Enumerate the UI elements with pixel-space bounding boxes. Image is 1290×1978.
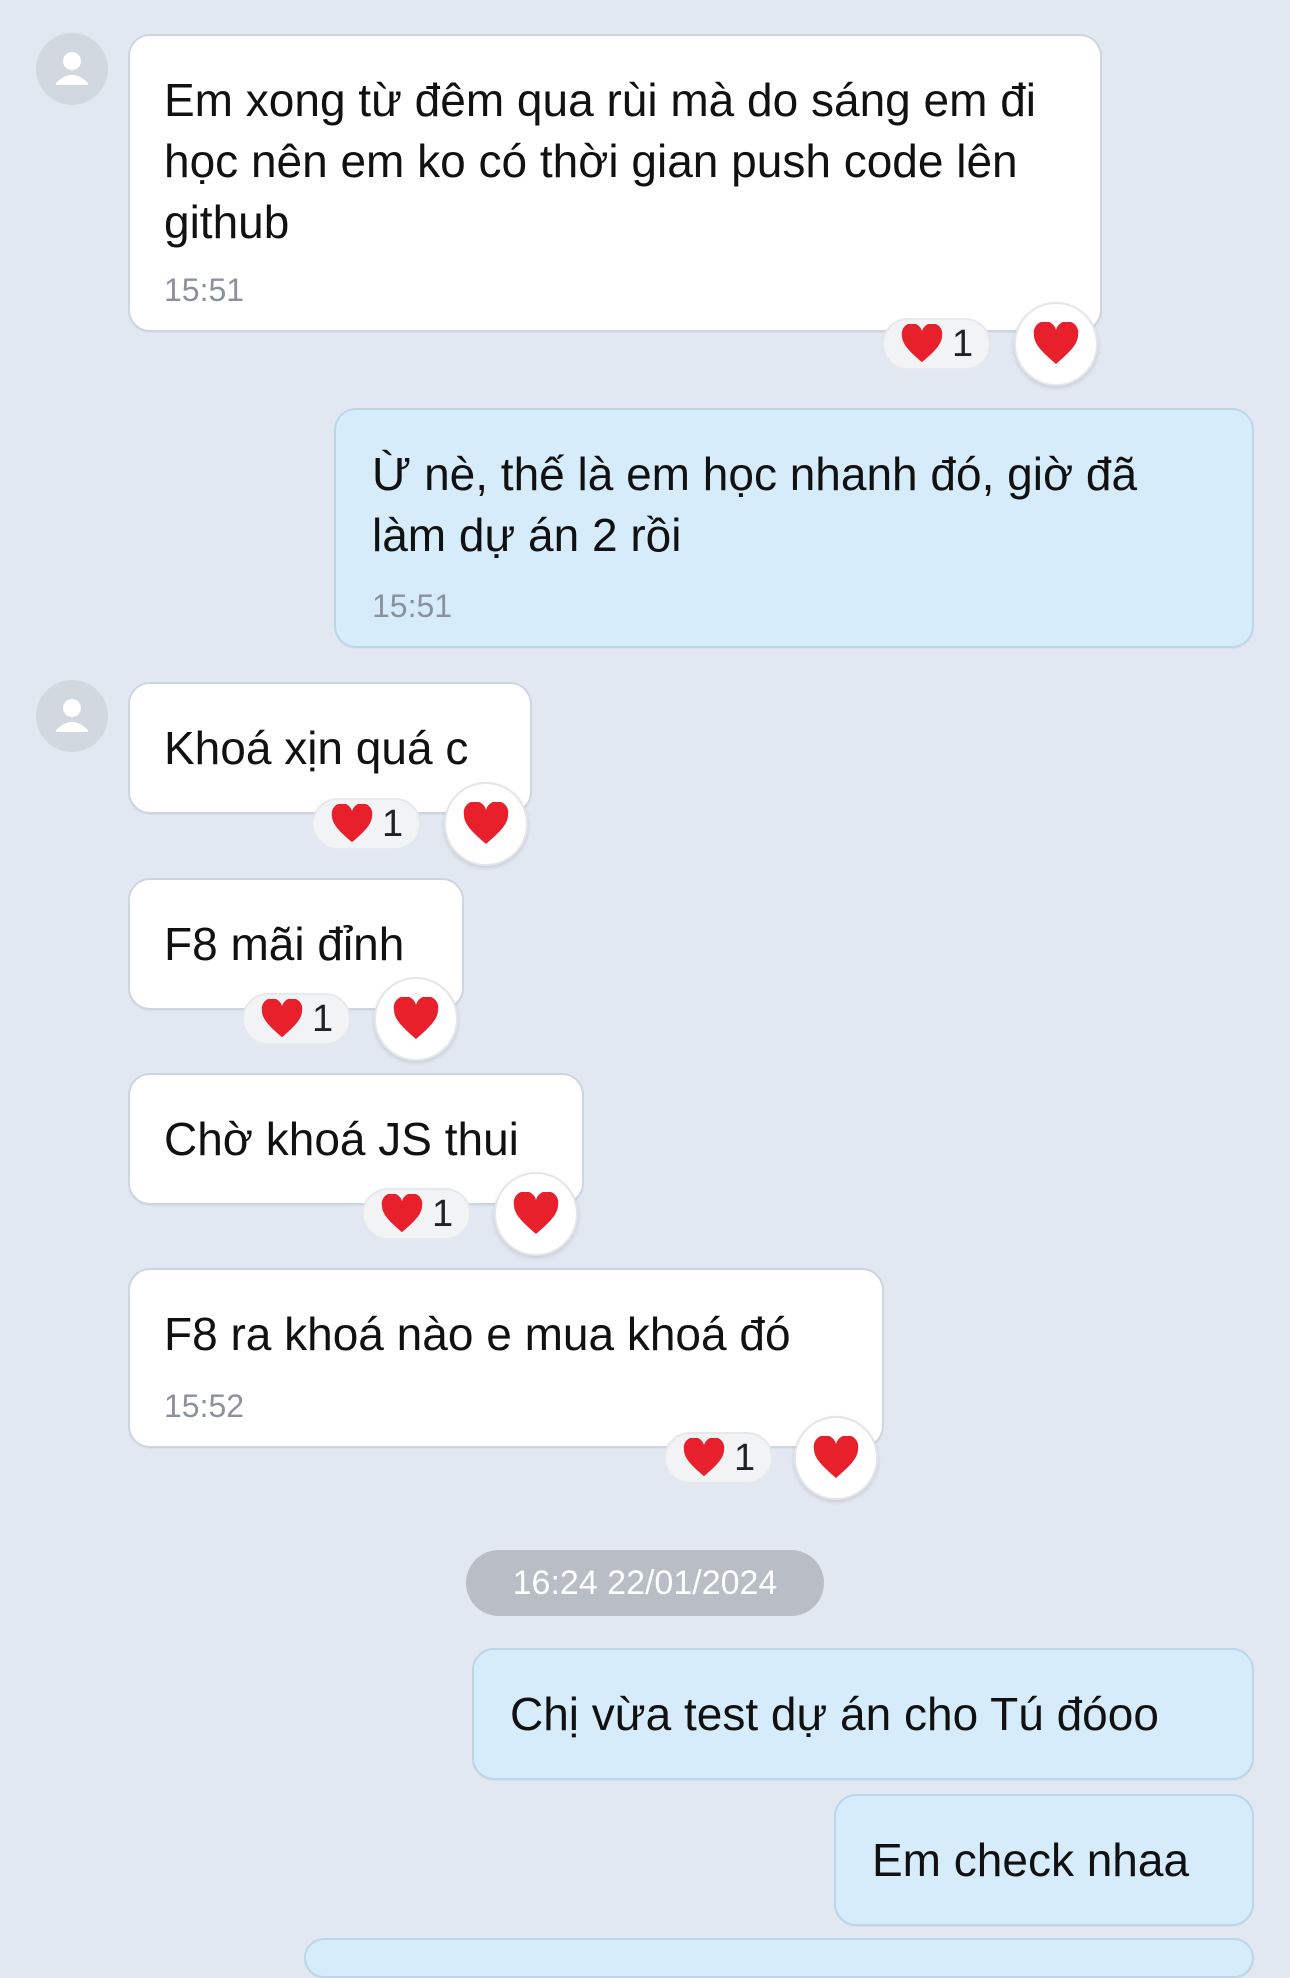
reaction-count[interactable]: 1 [882, 318, 992, 370]
reaction-count[interactable]: 1 [362, 1188, 472, 1240]
sender-avatar[interactable] [36, 33, 108, 105]
message-time: 15:52 [164, 1388, 245, 1424]
heart-icon [331, 804, 373, 843]
message-bubble-outgoing[interactable]: Em check nhaa [834, 1794, 1254, 1926]
react-button[interactable] [374, 977, 458, 1061]
message-text: F8 mãi đỉnh [164, 918, 405, 970]
react-button[interactable] [444, 782, 528, 866]
heart-icon [901, 324, 943, 363]
heart-icon [1033, 322, 1079, 364]
message-bubble-outgoing[interactable] [304, 1938, 1254, 1978]
react-button[interactable] [494, 1172, 578, 1256]
message-text: Chị vừa test dự án cho Tú đóoo [510, 1688, 1159, 1740]
heart-icon [813, 1436, 859, 1478]
sender-avatar[interactable] [36, 680, 108, 752]
reaction-count-value: 1 [312, 997, 334, 1040]
heart-icon [381, 1194, 423, 1233]
react-button[interactable] [794, 1416, 878, 1500]
reaction-count[interactable]: 1 [242, 993, 352, 1045]
message-bubble-outgoing[interactable]: Chị vừa test dự án cho Tú đóoo [472, 1648, 1254, 1780]
message-text: F8 ra khoá nào e mua khoá đó [164, 1308, 791, 1360]
heart-icon [261, 999, 303, 1038]
message-text: Em check nhaa [872, 1834, 1190, 1886]
message-bubble[interactable]: Em xong từ đêm qua rùi mà do sáng em đi … [128, 34, 1102, 332]
heart-icon [463, 802, 509, 844]
heart-icon [513, 1192, 559, 1234]
reaction-count-value: 1 [734, 1436, 756, 1479]
reaction-count-value: 1 [432, 1192, 454, 1235]
react-button[interactable] [1014, 302, 1098, 386]
message-time: 15:51 [372, 588, 453, 624]
person-icon [56, 699, 88, 732]
heart-icon [683, 1438, 725, 1477]
message-text: Ừ nè, thế là em học nhanh đó, giờ đã làm… [372, 448, 1138, 561]
message-bubble[interactable]: F8 ra khoá nào e mua khoá đó 15:52 [128, 1268, 884, 1448]
reaction-count-value: 1 [952, 322, 974, 365]
reaction-count-value: 1 [382, 802, 404, 845]
message-text: Chờ khoá JS thui [164, 1113, 519, 1165]
message-time: 15:51 [164, 272, 245, 308]
message-text: Em xong từ đêm qua rùi mà do sáng em đi … [164, 74, 1037, 248]
reaction-count[interactable]: 1 [312, 798, 422, 850]
message-bubble-outgoing[interactable]: Ừ nè, thế là em học nhanh đó, giờ đã làm… [334, 408, 1254, 648]
reaction-count[interactable]: 1 [664, 1432, 774, 1484]
message-text: Khoá xịn quá c [164, 722, 469, 774]
date-separator: 16:24 22/01/2024 [466, 1550, 824, 1616]
person-icon [56, 52, 88, 85]
heart-icon [393, 997, 439, 1039]
